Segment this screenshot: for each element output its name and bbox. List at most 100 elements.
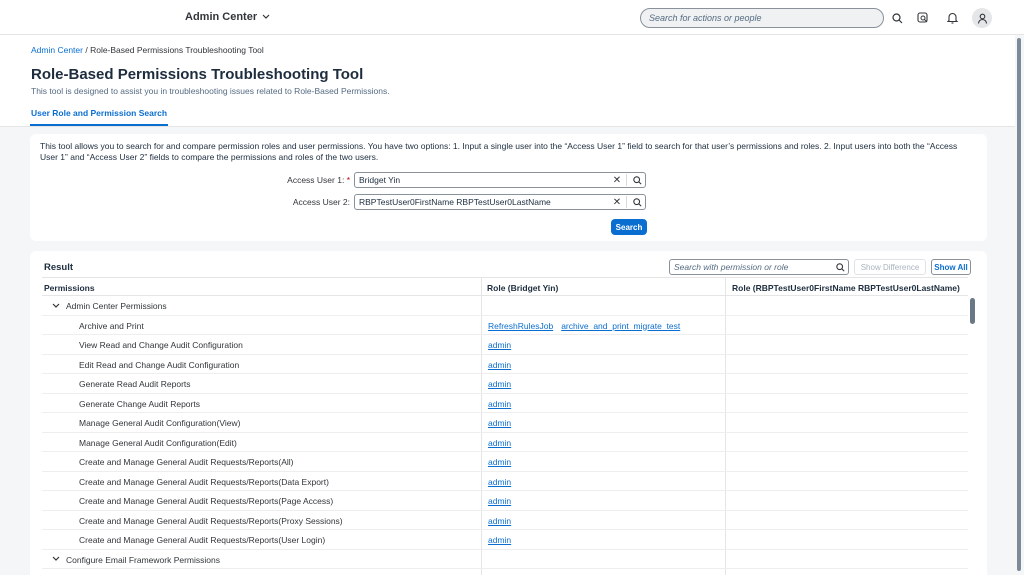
role-cell: admin bbox=[488, 438, 511, 448]
permission-label: Create and Manage General Audit Requests… bbox=[79, 496, 334, 506]
table-row: Manage General Audit Configuration(View)… bbox=[42, 413, 968, 433]
role-link[interactable]: admin bbox=[488, 457, 511, 467]
page-header: Admin Center / Role-Based Permissions Tr… bbox=[0, 35, 1015, 127]
role-cell: admin bbox=[488, 477, 511, 487]
role-cell: admin bbox=[488, 399, 511, 409]
permission-label: Admin Center Permissions bbox=[66, 301, 167, 311]
search-card: This tool allows you to search for and c… bbox=[30, 134, 987, 241]
result-search-input[interactable] bbox=[670, 260, 832, 274]
app-title: Admin Center bbox=[185, 11, 258, 23]
chevron-down-icon[interactable] bbox=[52, 302, 60, 311]
role-cell: admin bbox=[488, 496, 511, 506]
role-link[interactable]: admin bbox=[488, 418, 511, 428]
table-header: Permissions Role (Bridget Yin) Role (RBP… bbox=[42, 277, 968, 296]
permission-label: Edit Read and Change Audit Configuration bbox=[79, 359, 240, 370]
permission-label: Create and Manage General Audit Requests… bbox=[79, 457, 294, 467]
role-cell: admin bbox=[488, 379, 511, 389]
role-link[interactable]: admin bbox=[488, 477, 511, 487]
page-subtitle: This tool is designed to assist you in t… bbox=[31, 86, 390, 96]
tab-user-role-permission-search[interactable]: User Role and Permission Search bbox=[31, 108, 167, 118]
result-panel: Result Show Difference Show All Permissi… bbox=[30, 251, 987, 575]
clear-icon[interactable]: ✕ bbox=[610, 197, 624, 208]
app-title-menu[interactable]: Admin Center bbox=[185, 11, 270, 23]
table-row: Create and Manage General Audit Requests… bbox=[42, 472, 968, 491]
access-user-2-label: Access User 2: bbox=[292, 197, 350, 207]
search-icon[interactable] bbox=[629, 197, 645, 207]
search-icon[interactable] bbox=[832, 262, 848, 272]
column-header-permissions: Permissions bbox=[44, 283, 95, 293]
access-user-1-input[interactable] bbox=[355, 173, 610, 187]
role-link[interactable]: archive_and_print_migrate_test bbox=[561, 321, 680, 331]
permission-label: Manage General Audit Configuration(Edit) bbox=[79, 437, 237, 448]
table-group-row: Configure Email Framework Permissions bbox=[42, 550, 968, 569]
clear-icon[interactable]: ✕ bbox=[610, 175, 624, 186]
table-row: Edit Read and Change Audit Configuration… bbox=[42, 355, 968, 374]
shell-bar: Admin Center bbox=[0, 0, 1024, 35]
table-row: Create and Manage General Audit Requests… bbox=[42, 511, 968, 530]
table-scrollbar-thumb[interactable] bbox=[970, 298, 975, 324]
global-search-field[interactable] bbox=[640, 8, 884, 28]
result-title: Result bbox=[44, 262, 74, 273]
role-link[interactable]: admin bbox=[488, 496, 511, 506]
permission-label: Generate Change Audit Reports bbox=[79, 398, 200, 409]
search-icon[interactable] bbox=[629, 175, 645, 185]
role-link[interactable]: admin bbox=[488, 535, 511, 545]
table-row: Generate Read Audit Reports admin bbox=[42, 374, 968, 394]
permission-label: Generate Read Audit Reports bbox=[79, 379, 191, 389]
role-cell: admin bbox=[488, 516, 511, 526]
breadcrumb-admin-center-link[interactable]: Admin Center bbox=[31, 45, 83, 55]
page-scrollbar-thumb[interactable] bbox=[1017, 38, 1021, 571]
table-row: Create and Manage General Audit Requests… bbox=[42, 491, 968, 511]
global-search-input[interactable] bbox=[641, 9, 883, 27]
role-link[interactable]: admin bbox=[488, 379, 511, 389]
result-search-field[interactable] bbox=[669, 259, 849, 275]
role-link[interactable]: admin bbox=[488, 438, 511, 448]
search-button[interactable]: Search bbox=[611, 219, 647, 235]
show-difference-button[interactable]: Show Difference bbox=[854, 259, 926, 275]
access-user-1-field[interactable]: ✕ bbox=[354, 172, 646, 188]
table-row: Create and Manage General Audit Requests… bbox=[42, 452, 968, 472]
permission-label: Create and Manage General Audit Requests… bbox=[79, 535, 326, 545]
role-link[interactable]: admin bbox=[488, 340, 511, 350]
role-link[interactable]: admin bbox=[488, 516, 511, 526]
permission-label: Configure Email Framework Permissions bbox=[66, 554, 220, 565]
role-cell: RefreshRulesJob archive_and_print_migrate… bbox=[488, 321, 680, 331]
show-all-button[interactable]: Show All bbox=[931, 259, 971, 275]
role-cell: admin bbox=[488, 457, 511, 467]
required-asterisk: * bbox=[346, 175, 350, 185]
access-user-2-field[interactable]: ✕ bbox=[354, 194, 646, 210]
tool-description: This tool allows you to search for and c… bbox=[40, 141, 958, 162]
permission-label: View Read and Change Audit Configuration bbox=[79, 340, 243, 350]
table-row: View Read and Change Audit Configuration… bbox=[42, 335, 968, 355]
notes-search-icon[interactable] bbox=[915, 10, 931, 26]
search-icon[interactable] bbox=[889, 10, 905, 26]
role-link[interactable]: RefreshRulesJob bbox=[488, 321, 553, 331]
column-header-role-user1: Role (Bridget Yin) bbox=[487, 283, 559, 293]
table-group-row: Admin Center Permissions bbox=[42, 296, 968, 316]
table-row: Generate Change Audit Reports admin bbox=[42, 394, 968, 413]
header-divider bbox=[0, 126, 1015, 127]
role-link[interactable]: admin bbox=[488, 360, 511, 370]
permission-label: Archive and Print bbox=[79, 320, 144, 331]
breadcrumb-current: Role-Based Permissions Troubleshooting T… bbox=[90, 45, 264, 55]
table-scrollbar[interactable] bbox=[969, 296, 977, 575]
permission-label: Manage General Audit Configuration(View) bbox=[79, 418, 241, 428]
page-title: Role-Based Permissions Troubleshooting T… bbox=[31, 66, 364, 83]
breadcrumb: Admin Center / Role-Based Permissions Tr… bbox=[31, 45, 264, 55]
chevron-down-icon[interactable] bbox=[52, 555, 60, 564]
role-cell: admin bbox=[488, 340, 511, 350]
permission-label: Create and Manage General Audit Requests… bbox=[79, 515, 343, 526]
table-row: Manage General Audit Configuration(Edit)… bbox=[42, 433, 968, 452]
role-cell: admin bbox=[488, 535, 511, 545]
table-body: Admin Center Permissions Archive and Prin… bbox=[42, 296, 968, 569]
role-link[interactable]: admin bbox=[488, 399, 511, 409]
chevron-down-icon bbox=[262, 13, 270, 22]
column-header-role-user2: Role (RBPTestUser0FirstName RBPTestUser0… bbox=[732, 283, 960, 293]
person-icon bbox=[977, 13, 987, 24]
user-avatar[interactable] bbox=[972, 8, 992, 28]
role-cell: admin bbox=[488, 360, 511, 370]
bell-icon[interactable] bbox=[944, 10, 960, 26]
access-user-2-input[interactable] bbox=[355, 195, 610, 209]
role-cell: admin bbox=[488, 418, 511, 428]
table-row: Create and Manage General Audit Requests… bbox=[42, 530, 968, 550]
